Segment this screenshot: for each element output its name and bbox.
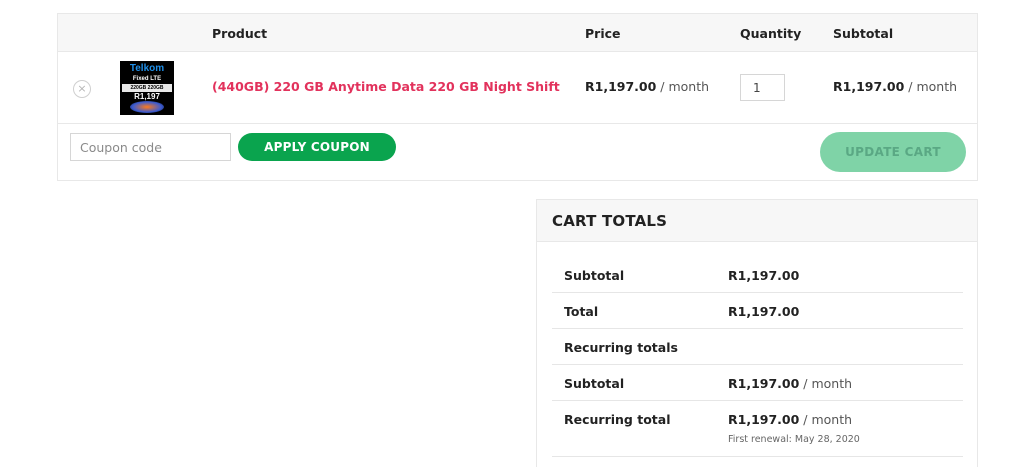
recurring-total-period: / month: [799, 412, 853, 427]
header-product: Product: [212, 26, 268, 41]
totals-row-recurring-total: Recurring total R1,197.00 / month First …: [552, 401, 963, 457]
update-cart-button[interactable]: UPDATE CART: [820, 132, 966, 172]
recurring-total-value: R1,197.00 / month: [728, 412, 852, 427]
first-renewal-note: First renewal: May 28, 2020: [728, 434, 860, 445]
header-subtotal: Subtotal: [833, 26, 894, 41]
cart-table-header: Product Price Quantity Subtotal: [58, 14, 977, 52]
total-label: Total: [564, 304, 599, 319]
thumbnail-brand: Telkom: [129, 63, 165, 74]
apply-coupon-button[interactable]: APPLY COUPON: [238, 133, 396, 161]
item-price: R1,197.00 / month: [585, 79, 709, 94]
recurring-subtotal-period: / month: [799, 376, 853, 391]
cart-totals-panel: CART TOTALS Subtotal R1,197.00 Total R1,…: [536, 199, 978, 467]
item-price-amount: R1,197.00: [585, 79, 657, 94]
totals-row-subtotal: Subtotal R1,197.00: [552, 257, 963, 293]
recurring-subtotal-label: Subtotal: [564, 376, 625, 391]
recurring-subtotal-value: R1,197.00 / month: [728, 376, 852, 391]
remove-item-icon[interactable]: ×: [73, 80, 91, 98]
thumbnail-line1: Fixed LTE: [132, 76, 162, 82]
product-name-link[interactable]: (440GB) 220 GB Anytime Data 220 GB Night…: [212, 79, 560, 94]
thumbnail-graphic: [130, 101, 164, 113]
recurring-total-label: Recurring total: [564, 412, 671, 427]
recurring-totals-heading: Recurring totals: [564, 340, 678, 355]
item-subtotal: R1,197.00 / month: [833, 79, 957, 94]
totals-row-total: Total R1,197.00: [552, 293, 963, 329]
thumbnail-line2: 220GB 220GB: [122, 84, 172, 92]
subtotal-value: R1,197.00: [728, 268, 800, 283]
quantity-input[interactable]: [740, 74, 785, 101]
totals-row-recurring-heading: Recurring totals: [552, 329, 963, 365]
item-subtotal-period: / month: [904, 79, 958, 94]
header-price: Price: [585, 26, 621, 41]
header-quantity: Quantity: [740, 26, 802, 41]
item-subtotal-amount: R1,197.00: [833, 79, 905, 94]
recurring-subtotal-amount: R1,197.00: [728, 376, 800, 391]
cart-totals-header: CART TOTALS: [537, 200, 977, 242]
total-value: R1,197.00: [728, 304, 800, 319]
cart-totals-title: CART TOTALS: [552, 212, 668, 230]
totals-row-recurring-subtotal: Subtotal R1,197.00 / month: [552, 365, 963, 401]
cart-table: Product Price Quantity Subtotal × Telkom…: [57, 13, 978, 181]
coupon-code-input[interactable]: [70, 133, 231, 161]
cart-item-row: × Telkom Fixed LTE 220GB 220GB R1,197 (4…: [58, 52, 977, 124]
recurring-total-amount: R1,197.00: [728, 412, 800, 427]
subtotal-label: Subtotal: [564, 268, 625, 283]
thumbnail-price: R1,197: [134, 92, 160, 101]
item-price-period: / month: [656, 79, 710, 94]
product-thumbnail[interactable]: Telkom Fixed LTE 220GB 220GB R1,197: [120, 61, 174, 115]
